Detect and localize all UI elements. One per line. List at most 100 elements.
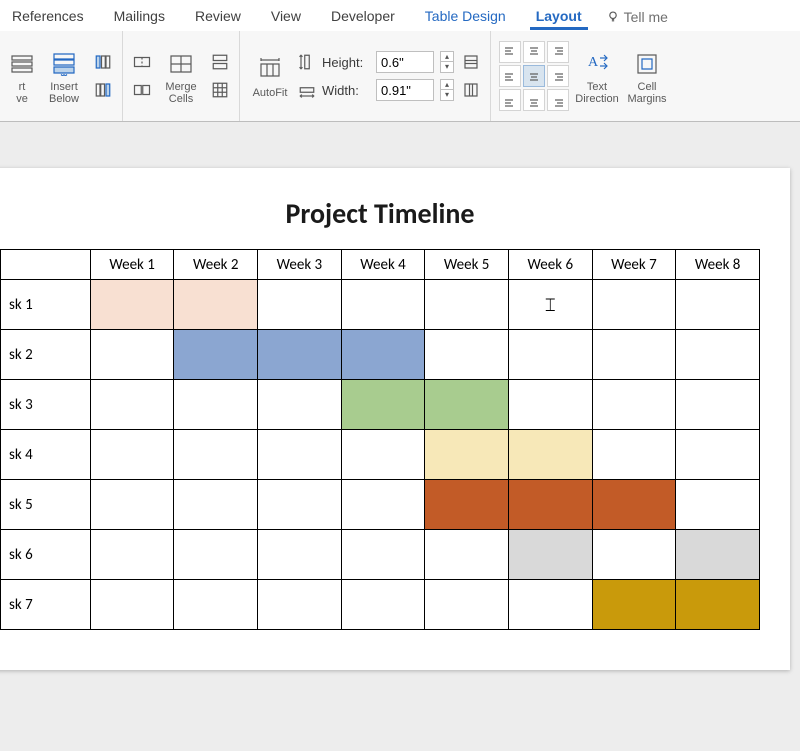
gantt-cell[interactable] bbox=[174, 280, 258, 330]
gantt-cell[interactable] bbox=[676, 330, 760, 380]
gantt-cell[interactable] bbox=[592, 430, 676, 480]
tell-me[interactable]: Tell me bbox=[606, 9, 668, 25]
gantt-cell[interactable] bbox=[676, 430, 760, 480]
align-top-center[interactable] bbox=[523, 41, 545, 63]
gantt-cell[interactable] bbox=[90, 580, 174, 630]
gantt-cell[interactable] bbox=[174, 580, 258, 630]
gantt-cell[interactable] bbox=[258, 580, 342, 630]
gantt-cell[interactable] bbox=[425, 280, 509, 330]
task-name-cell[interactable]: sk 7 bbox=[1, 580, 91, 630]
project-table[interactable]: Week 1 Week 2 Week 3 Week 4 Week 5 Week … bbox=[0, 249, 760, 630]
align-mid-right[interactable] bbox=[547, 65, 569, 87]
col-week-7[interactable]: Week 7 bbox=[592, 250, 676, 280]
gantt-cell[interactable] bbox=[174, 380, 258, 430]
tab-developer[interactable]: Developer bbox=[325, 4, 401, 30]
gantt-cell[interactable] bbox=[174, 430, 258, 480]
distribute-columns-button[interactable] bbox=[460, 79, 482, 101]
gantt-cell[interactable] bbox=[592, 330, 676, 380]
gantt-cell[interactable] bbox=[592, 380, 676, 430]
gantt-cell[interactable] bbox=[425, 580, 509, 630]
width-spinner[interactable]: ▴▾ bbox=[440, 79, 454, 101]
tab-review[interactable]: Review bbox=[189, 4, 247, 30]
gantt-cell[interactable] bbox=[258, 380, 342, 430]
task-name-cell[interactable]: sk 4 bbox=[1, 430, 91, 480]
col-week-6[interactable]: Week 6 bbox=[508, 250, 592, 280]
align-bot-center[interactable] bbox=[523, 89, 545, 111]
task-name-cell[interactable]: sk 5 bbox=[1, 480, 91, 530]
gantt-cell[interactable] bbox=[676, 580, 760, 630]
tab-view[interactable]: View bbox=[265, 4, 307, 30]
gantt-cell[interactable] bbox=[174, 480, 258, 530]
gantt-cell[interactable] bbox=[341, 480, 425, 530]
gantt-cell[interactable] bbox=[258, 330, 342, 380]
gantt-cell[interactable] bbox=[341, 380, 425, 430]
align-bot-right[interactable] bbox=[547, 89, 569, 111]
align-bot-left[interactable] bbox=[499, 89, 521, 111]
gantt-cell[interactable] bbox=[508, 330, 592, 380]
gantt-cell[interactable] bbox=[258, 480, 342, 530]
align-mid-center[interactable] bbox=[523, 65, 545, 87]
gantt-cell[interactable] bbox=[508, 430, 592, 480]
col-week-1[interactable]: Week 1 bbox=[90, 250, 174, 280]
page[interactable]: Project Timeline Week 1 Week 2 Week 3 We… bbox=[0, 168, 790, 670]
task-name-cell[interactable]: sk 6 bbox=[1, 530, 91, 580]
task-name-cell[interactable]: sk 2 bbox=[1, 330, 91, 380]
align-top-right[interactable] bbox=[547, 41, 569, 63]
col-week-2[interactable]: Week 2 bbox=[174, 250, 258, 280]
merge-alt-button[interactable] bbox=[209, 79, 231, 101]
gantt-cell[interactable] bbox=[341, 330, 425, 380]
gantt-cell[interactable] bbox=[592, 480, 676, 530]
gantt-cell[interactable] bbox=[174, 330, 258, 380]
align-mid-left[interactable] bbox=[499, 65, 521, 87]
task-name-cell[interactable]: sk 1 bbox=[1, 280, 91, 330]
tab-layout[interactable]: Layout bbox=[530, 4, 588, 30]
col-week-3[interactable]: Week 3 bbox=[258, 250, 342, 280]
gantt-cell[interactable] bbox=[90, 430, 174, 480]
gantt-cell[interactable] bbox=[592, 280, 676, 330]
gantt-cell[interactable] bbox=[508, 580, 592, 630]
align-top-left[interactable] bbox=[499, 41, 521, 63]
gantt-cell[interactable] bbox=[508, 480, 592, 530]
gantt-cell[interactable] bbox=[592, 530, 676, 580]
tab-table-design[interactable]: Table Design bbox=[419, 4, 512, 30]
gantt-cell[interactable] bbox=[90, 480, 174, 530]
gantt-cell[interactable] bbox=[676, 530, 760, 580]
merge-cells-button[interactable]: Merge Cells bbox=[159, 47, 203, 105]
gantt-cell[interactable] bbox=[425, 530, 509, 580]
task-name-cell[interactable]: sk 3 bbox=[1, 380, 91, 430]
gantt-cell[interactable] bbox=[90, 330, 174, 380]
height-spinner[interactable]: ▴▾ bbox=[440, 51, 454, 73]
gantt-cell[interactable] bbox=[676, 280, 760, 330]
gantt-cell[interactable] bbox=[258, 530, 342, 580]
split-cells-button[interactable] bbox=[131, 79, 153, 101]
document-canvas[interactable]: Project Timeline Week 1 Week 2 Week 3 We… bbox=[0, 122, 800, 670]
gantt-cell[interactable] bbox=[90, 530, 174, 580]
gantt-cell[interactable] bbox=[341, 430, 425, 480]
gantt-cell[interactable] bbox=[425, 380, 509, 430]
cell-margins-button[interactable]: Cell Margins bbox=[625, 47, 669, 105]
gantt-cell[interactable]: ⌶ bbox=[508, 280, 592, 330]
gantt-cell[interactable] bbox=[425, 480, 509, 530]
width-input[interactable] bbox=[376, 79, 434, 101]
gantt-cell[interactable] bbox=[341, 280, 425, 330]
gantt-cell[interactable] bbox=[90, 380, 174, 430]
insert-below-button[interactable]: Insert Below bbox=[42, 47, 86, 105]
header-blank[interactable] bbox=[1, 250, 91, 280]
insert-left-button[interactable] bbox=[92, 51, 114, 73]
gantt-cell[interactable] bbox=[676, 480, 760, 530]
autofit-button[interactable]: AutoFit bbox=[248, 53, 292, 99]
gantt-cell[interactable] bbox=[258, 280, 342, 330]
insert-rt-button[interactable]: rt ve bbox=[8, 47, 36, 105]
gantt-cell[interactable] bbox=[425, 330, 509, 380]
col-week-5[interactable]: Week 5 bbox=[425, 250, 509, 280]
split-table-button[interactable] bbox=[209, 51, 231, 73]
tab-references[interactable]: References bbox=[6, 4, 90, 30]
col-week-8[interactable]: Week 8 bbox=[676, 250, 760, 280]
gantt-cell[interactable] bbox=[508, 380, 592, 430]
merge-cells-small-button[interactable] bbox=[131, 51, 153, 73]
height-input[interactable] bbox=[376, 51, 434, 73]
distribute-rows-button[interactable] bbox=[460, 51, 482, 73]
gantt-cell[interactable] bbox=[258, 430, 342, 480]
text-direction-button[interactable]: A Text Direction bbox=[575, 47, 619, 105]
gantt-cell[interactable] bbox=[341, 530, 425, 580]
